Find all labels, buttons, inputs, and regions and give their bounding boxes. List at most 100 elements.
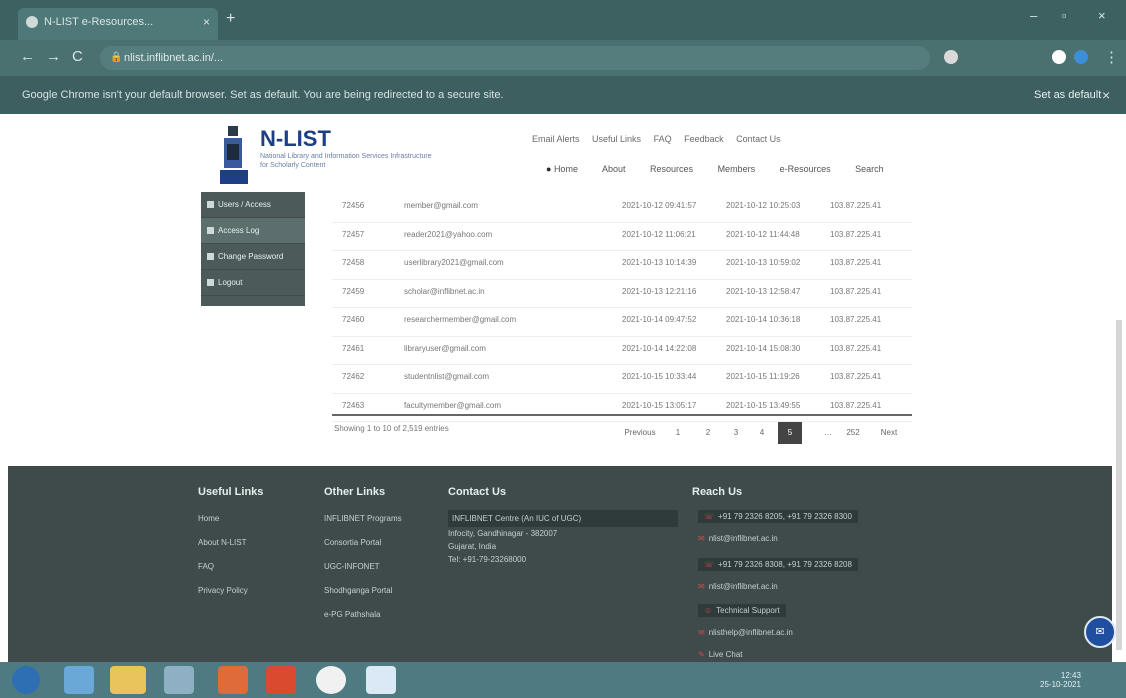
window-close-button[interactable]: × — [1098, 8, 1106, 23]
sidebar-item-change-password[interactable]: Change Password — [201, 244, 305, 270]
reload-button[interactable]: C — [72, 48, 83, 65]
table-cell-email: libraryuser@gmail.com — [404, 343, 486, 353]
extension-icon[interactable] — [944, 50, 958, 64]
footer-link[interactable]: About N-LIST — [198, 538, 246, 547]
nav-item-search[interactable]: Search — [855, 164, 884, 174]
site-title: N-LIST — [260, 126, 331, 151]
table-cell-logout: 2021-10-13 12:58:47 — [726, 286, 801, 296]
table-row: 72459 scholar@inflibnet.ac.in 2021-10-13 1… — [332, 280, 912, 308]
reach-label: +91 79 2326 8308, +91 79 2326 8208 — [718, 560, 852, 569]
info-bar-action[interactable]: Set as default — [1034, 76, 1101, 114]
pagination-current-page[interactable]: 5 — [778, 422, 802, 444]
footer-link[interactable]: Privacy Policy — [198, 586, 248, 595]
ie-icon[interactable] — [64, 666, 94, 694]
table-cell-email: userlibrary2021@gmail.com — [404, 258, 504, 267]
pagination-next[interactable]: Next — [874, 422, 904, 444]
footer-link[interactable]: INFLIBNET Programs — [324, 514, 402, 523]
table-row: 72456 member@gmail.com 2021-10-12 09:41:57… — [332, 194, 912, 223]
pagination-ellipsis: … — [824, 428, 832, 437]
app-icon[interactable] — [218, 666, 248, 694]
table-cell-email: researchermember@gmail.com — [404, 315, 517, 324]
main-nav: Home About Resources Members e-Resources… — [546, 164, 906, 174]
browser-tab-strip: N-LIST e-Resources... × + – ▫ × — [0, 0, 1126, 40]
pagination-page[interactable]: 4 — [752, 422, 772, 444]
top-link[interactable]: Contact Us — [736, 134, 781, 144]
start-button[interactable] — [12, 666, 40, 694]
footer-link[interactable]: UGC-INFONET — [324, 562, 380, 571]
sidebar-item-label: Change Password — [218, 252, 284, 261]
app-icon[interactable] — [266, 666, 296, 694]
nav-item-resources[interactable]: Resources — [650, 164, 693, 174]
table-row: 72460 researchermember@gmail.com 2021-10-1… — [332, 308, 912, 337]
sidebar-item-users[interactable]: Users / Access — [201, 192, 305, 218]
pagination-previous[interactable]: Previous — [622, 422, 658, 444]
footer-link[interactable]: Home — [198, 514, 219, 523]
new-tab-button[interactable]: + — [226, 10, 235, 28]
top-link[interactable]: Feedback — [684, 134, 724, 144]
table-cell-email: reader2021@yahoo.com — [404, 229, 493, 239]
forward-button[interactable]: → — [46, 48, 61, 65]
scrollbar[interactable] — [1116, 320, 1122, 650]
pagination-last-page[interactable]: 252 — [842, 422, 864, 444]
profile-icon[interactable] — [1074, 50, 1088, 64]
reach-label: nlist@inflibnet.ac.in — [708, 534, 778, 543]
maximize-button[interactable]: ▫ — [1062, 8, 1067, 23]
footer-link[interactable]: e-PG Pathshala — [324, 610, 380, 619]
media-player-icon[interactable] — [164, 666, 194, 694]
top-link[interactable]: Useful Links — [592, 134, 641, 144]
reach-item[interactable]: ✉ nlist@inflibnet.ac.in — [698, 582, 778, 591]
pagination-page[interactable]: 2 — [698, 422, 718, 444]
footer-link[interactable]: Shodhganga Portal — [324, 586, 393, 595]
key-icon — [207, 253, 214, 261]
pagination-page[interactable]: 1 — [668, 422, 688, 444]
table-cell-id: 72456 — [342, 201, 365, 210]
reach-label: Technical Support — [716, 606, 780, 615]
chat-button[interactable]: ✉ — [1084, 616, 1116, 648]
nav-item-e-resources[interactable]: e-Resources — [780, 164, 831, 174]
reach-item[interactable]: ☏ +91 79 2326 8308, +91 79 2326 8208 — [698, 558, 858, 571]
chrome-icon[interactable] — [316, 666, 346, 694]
table-cell-ip: 103.87.225.41 — [830, 315, 882, 324]
reach-item[interactable]: ✉ nlisthelp@inflibnet.ac.in — [698, 628, 793, 637]
info-bar-message: Google Chrome isn't your default browser… — [22, 89, 504, 101]
menu-icon[interactable]: ⋮ — [1104, 48, 1119, 66]
sidebar-item-label: Logout — [218, 278, 243, 287]
pagination-page[interactable]: 3 — [726, 422, 746, 444]
nav-item-about[interactable]: About — [602, 164, 626, 174]
nav-item-members[interactable]: Members — [718, 164, 756, 174]
sidebar-item-logout[interactable]: Logout — [201, 270, 305, 296]
address-bar[interactable]: 🔒 nlist.inflibnet.ac.in/... — [100, 46, 930, 70]
footer-link[interactable]: Consortia Portal — [324, 538, 381, 547]
reach-item[interactable]: ☺ Technical Support — [698, 604, 786, 617]
top-link[interactable]: FAQ — [654, 134, 672, 144]
app-icon[interactable] — [366, 666, 396, 694]
minimize-button[interactable]: – — [1030, 8, 1037, 23]
clock-time: 12:43 — [1060, 671, 1081, 680]
back-button[interactable]: ← — [20, 48, 35, 65]
reach-label: nlisthelp@inflibnet.ac.in — [708, 628, 793, 637]
top-link[interactable]: Email Alerts — [532, 134, 580, 144]
phone-icon: ☏ — [704, 560, 715, 569]
reach-item[interactable]: ✎ Live Chat — [698, 650, 743, 659]
reach-item[interactable]: ✉ nlist@inflibnet.ac.in — [698, 534, 778, 543]
access-log-table: 72456 member@gmail.com 2021-10-12 09:41:57… — [332, 194, 912, 422]
table-cell-ip: 103.87.225.41 — [830, 229, 882, 239]
extension-icon[interactable] — [1052, 50, 1066, 64]
mail-icon: ✉ — [698, 534, 705, 543]
system-clock[interactable]: 12:43 25-10-2021 — [1040, 671, 1081, 689]
table-row: 72458 userlibrary2021@gmail.com 2021-10-13… — [332, 251, 912, 280]
file-explorer-icon[interactable] — [110, 666, 146, 694]
sidebar-item-access-log[interactable]: Access Log — [201, 218, 305, 244]
table-row: 72462 studentnlist@gmail.com 2021-10-15 10… — [332, 365, 912, 394]
reach-label: +91 79 2326 8205, +91 79 2326 8300 — [718, 512, 852, 521]
contact-address: INFLIBNET Centre (An IUC of UGC) Infocit… — [448, 510, 678, 566]
table-row: 72463 facultymember@gmail.com 2021-10-15 1… — [332, 394, 912, 422]
nav-item-home[interactable]: Home — [546, 164, 578, 174]
tab-close-icon[interactable]: × — [203, 8, 210, 36]
browser-tab[interactable]: N-LIST e-Resources... × — [18, 8, 218, 40]
table-cell-login: 2021-10-12 11:06:21 — [622, 229, 696, 239]
footer-heading-useful-links: Useful Links — [198, 486, 264, 498]
info-bar-close-icon[interactable]: × — [1102, 76, 1110, 114]
reach-item[interactable]: ☏ +91 79 2326 8205, +91 79 2326 8300 — [698, 510, 858, 523]
footer-link[interactable]: FAQ — [198, 562, 214, 571]
